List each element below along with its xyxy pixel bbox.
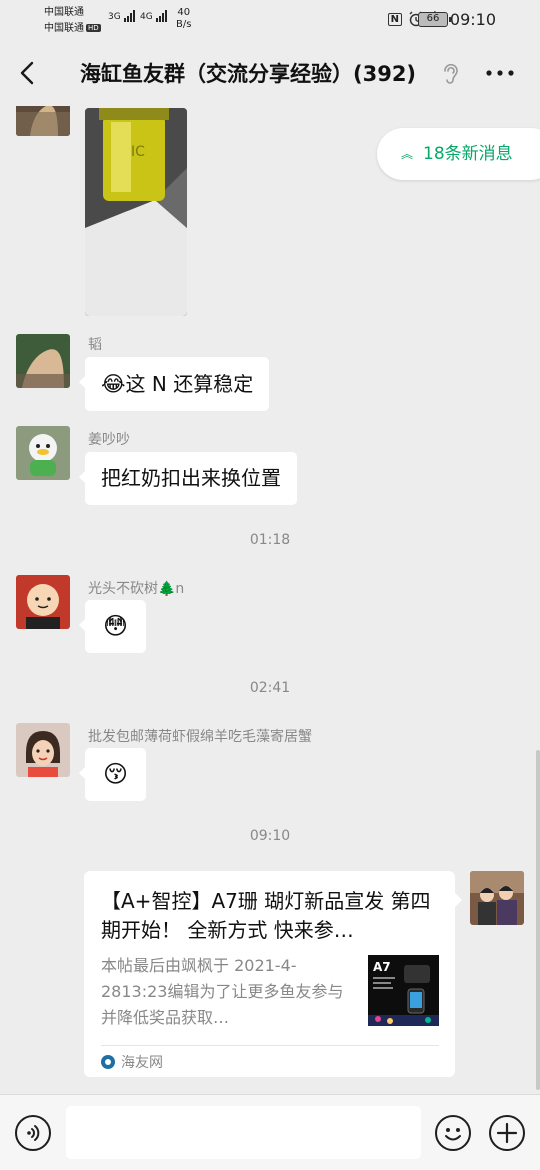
- net-speed-unit: B/s: [176, 19, 192, 30]
- net-speed-value: 40: [177, 7, 191, 18]
- battery-icon: 66: [418, 12, 451, 27]
- new-messages-button[interactable]: ︽ 18条新消息: [377, 128, 540, 180]
- network-type-2: 4G: [140, 12, 153, 22]
- message-text: 把红奶扣出来换位置: [101, 466, 281, 490]
- source-name: 海友网: [121, 1055, 163, 1071]
- laughing-emoji-icon: 😂: [101, 372, 126, 396]
- carrier-1: 中国联通: [44, 7, 84, 18]
- chat-header: 海缸鱼友群（交流分享经验）(392): [0, 40, 540, 106]
- smiley-icon: [445, 1128, 461, 1141]
- sender-name: 光头不砍树🌲n: [88, 581, 185, 597]
- emoji-button[interactable]: [435, 1115, 471, 1151]
- more-functions-button[interactable]: [489, 1115, 525, 1151]
- link-card-description: 本帖最后由飒枫于 2021-4-2813:23编辑为了让更多鱼友参与并降低奖品获…: [101, 956, 344, 1027]
- timestamp: 02:41: [249, 680, 291, 696]
- nfc-icon: N: [387, 12, 402, 26]
- my-avatar[interactable]: [470, 871, 524, 925]
- sender-name: 姜吵吵: [88, 432, 130, 448]
- more-icon[interactable]: [484, 62, 516, 84]
- ear-mode-icon: [444, 63, 458, 84]
- new-messages-label: 18条新消息: [423, 144, 513, 164]
- sender-name: 韬: [88, 337, 102, 353]
- flushed-emoji-icon: 😳: [102, 612, 129, 640]
- status-time: 09:10: [449, 10, 496, 29]
- status-bar: 中国联通 中国联通 HD 3G 4G 40 B/s N 66 09:10: [0, 0, 540, 40]
- avatar[interactable]: [16, 723, 70, 777]
- double-chevron-up-icon: ︽: [401, 147, 414, 161]
- avatar[interactable]: [16, 334, 70, 388]
- message-image[interactable]: IC: [85, 108, 187, 316]
- input-bar: [0, 1094, 540, 1170]
- avatar[interactable]: [16, 106, 70, 136]
- avatar[interactable]: [16, 426, 70, 480]
- image-label: IC: [131, 144, 145, 160]
- message-bubble[interactable]: 😳: [79, 600, 146, 653]
- message-list[interactable]: IC ︽ 18条新消息 韬 😂这 N 还算稳定 姜吵吵 把红奶扣出来换位置 01:…: [0, 106, 540, 1094]
- back-arrow-icon[interactable]: [14, 56, 44, 90]
- voice-icon: [27, 1125, 40, 1141]
- carrier-2-row: 中国联通 HD: [44, 21, 101, 36]
- message-bubble[interactable]: 😂这 N 还算稳定: [78, 357, 270, 411]
- network-type-1: 3G: [108, 12, 121, 22]
- link-card-title: 【A+智控】A7珊 瑚灯新品宣发 第四期开始！ 全新方式 快来参…: [101, 889, 431, 942]
- link-card[interactable]: 【A+智控】A7珊 瑚灯新品宣发 第四期开始！ 全新方式 快来参… 本帖最后由飒…: [84, 871, 462, 1077]
- message-bubble[interactable]: 把红奶扣出来换位置: [79, 452, 297, 505]
- carrier-2: 中国联通: [44, 23, 84, 34]
- plus-icon: [496, 1122, 518, 1144]
- message-input[interactable]: [66, 1106, 421, 1159]
- message-bubble[interactable]: 😚: [79, 748, 146, 801]
- link-card-source: 海友网: [101, 1052, 163, 1072]
- source-logo-icon: [101, 1055, 115, 1069]
- signal-1-icon: 3G: [108, 10, 136, 22]
- timestamp: 09:10: [249, 828, 291, 844]
- sender-name: 批发包邮薄荷虾假绵羊吃毛藻寄居蟹: [88, 729, 312, 745]
- kissing-emoji-icon: 😚: [102, 760, 129, 788]
- hd-badge: HD: [86, 24, 101, 32]
- message-text: 这 N 还算稳定: [125, 372, 254, 396]
- avatar[interactable]: [16, 575, 70, 629]
- signal-2-icon: 4G: [140, 10, 168, 22]
- battery-level: 66: [426, 13, 440, 24]
- thumbnail-label: A7: [373, 960, 391, 974]
- page-title: 海缸鱼友群（交流分享经验）(392): [80, 62, 417, 86]
- voice-input-button[interactable]: [15, 1115, 51, 1151]
- link-card-thumbnail: A7: [368, 955, 439, 1026]
- timestamp: 01:18: [249, 532, 291, 548]
- divider: [101, 1045, 439, 1046]
- scrollbar[interactable]: [536, 750, 540, 1090]
- net-speed: 40 B/s: [176, 7, 191, 31]
